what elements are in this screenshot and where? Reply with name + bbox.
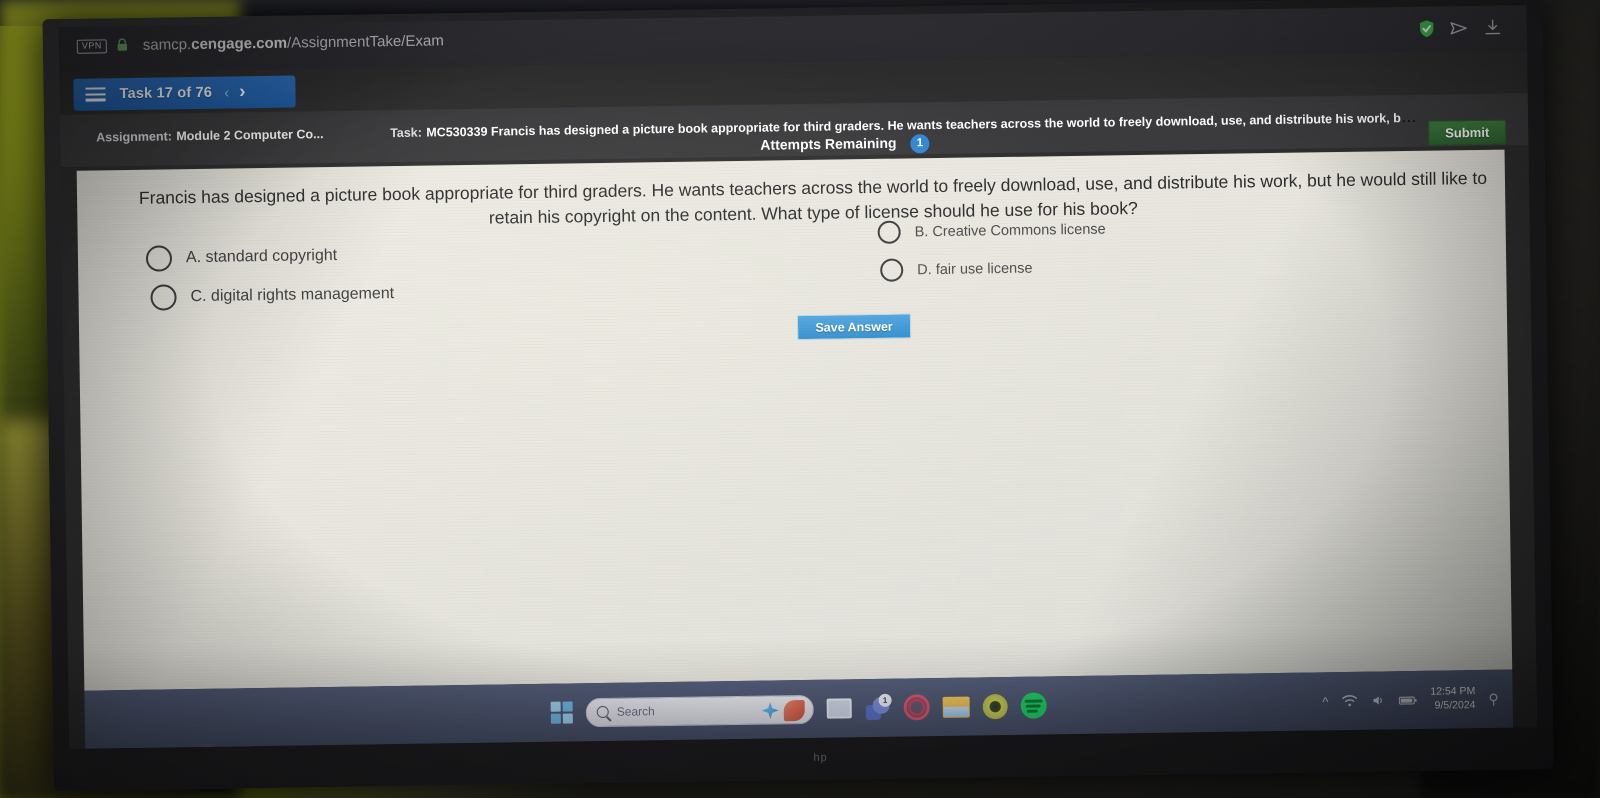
battery-icon[interactable] — [1398, 693, 1417, 706]
assignment-value: Module 2 Computer Co... — [176, 127, 324, 144]
hamburger-menu-icon[interactable] — [85, 87, 106, 102]
shield-check-icon[interactable] — [1417, 19, 1437, 39]
wifi-icon[interactable] — [1341, 694, 1357, 708]
send-icon[interactable] — [1449, 18, 1469, 38]
option-a-label: A. standard copyright — [185, 246, 338, 267]
chrome-icon[interactable] — [982, 693, 1008, 719]
option-b-label: B. Creative Commons license — [914, 220, 1106, 240]
url-path: /AssignmentTake/Exam — [286, 32, 444, 52]
search-placeholder: Search — [616, 704, 655, 719]
spotify-icon[interactable] — [1020, 692, 1047, 719]
vpn-badge: VPN — [76, 39, 107, 54]
question-text: Francis has designed a picture book appr… — [138, 167, 1488, 229]
task-label: Task: — [390, 125, 422, 141]
volume-icon[interactable] — [1370, 693, 1385, 707]
opera-icon[interactable] — [903, 694, 930, 721]
copilot-icon[interactable] — [762, 702, 779, 719]
file-explorer-icon[interactable] — [942, 696, 970, 718]
lock-icon — [117, 38, 128, 51]
question-page: Francis has designed a picture book appr… — [76, 149, 1513, 691]
widgets-icon[interactable] — [550, 701, 573, 724]
search-input[interactable]: Search — [585, 694, 814, 727]
save-answer-button[interactable]: Save Answer — [796, 313, 912, 341]
attempts-badge: 1 — [910, 134, 930, 154]
download-icon[interactable] — [1483, 18, 1503, 38]
task-view-icon[interactable] — [826, 698, 852, 719]
leaf-icon[interactable] — [783, 699, 805, 721]
url-domain: cengage.com — [191, 34, 288, 54]
system-tray: ^ 12:54 PM 9/5/2024 ⚲ — [1322, 670, 1503, 731]
option-c[interactable]: C. digital rights management — [150, 281, 394, 311]
chevron-up-icon[interactable]: ^ — [1322, 694, 1328, 709]
option-b[interactable]: B. Creative Commons license — [877, 217, 1106, 244]
submit-button[interactable]: Submit — [1428, 119, 1507, 146]
bell-icon[interactable]: ⚲ — [1488, 690, 1499, 707]
url-prefix: samcp. — [142, 36, 192, 54]
task-counter-label: Task 17 of 76 — [119, 84, 213, 103]
radio-button-b[interactable] — [877, 220, 901, 244]
assignment-info: Assignment: Module 2 Computer Co... — [96, 125, 324, 146]
teams-icon[interactable]: 1 — [865, 693, 892, 721]
radio-button-a[interactable] — [145, 245, 173, 272]
chevron-left-icon[interactable]: ‹ — [224, 84, 229, 101]
photograph-of-laptop: hp VPN samcp.cengage.com/AssignmentTake/… — [0, 0, 1600, 798]
radio-button-c[interactable] — [150, 284, 177, 311]
option-d-label: D. fair use license — [917, 260, 1033, 278]
option-d[interactable]: D. fair use license — [880, 257, 1033, 282]
address-bar[interactable]: samcp.cengage.com/AssignmentTake/Exam — [143, 32, 444, 53]
laptop: hp VPN samcp.cengage.com/AssignmentTake/… — [42, 0, 1564, 798]
option-c-label: C. digital rights management — [190, 285, 395, 306]
clock[interactable]: 12:54 PM 9/5/2024 — [1430, 685, 1475, 713]
brand-logo: hp — [813, 751, 828, 764]
option-a[interactable]: A. standard copyright — [145, 243, 338, 272]
attempts-remaining: Attempts Remaining 1 — [760, 134, 930, 156]
assignment-label: Assignment: — [96, 129, 172, 145]
teams-badge: 1 — [878, 693, 892, 707]
chevron-right-icon[interactable]: › — [239, 81, 246, 103]
search-icon — [596, 705, 609, 719]
clock-date: 9/5/2024 — [1434, 699, 1476, 712]
laptop-screen: VPN samcp.cengage.com/AssignmentTake/Exa… — [58, 5, 1538, 749]
clock-time: 12:54 PM — [1430, 685, 1476, 699]
task-navigation-bar[interactable]: Task 17 of 76 ‹ › — [73, 75, 296, 111]
radio-button-d[interactable] — [880, 258, 904, 282]
attempts-label: Attempts Remaining — [760, 134, 897, 153]
